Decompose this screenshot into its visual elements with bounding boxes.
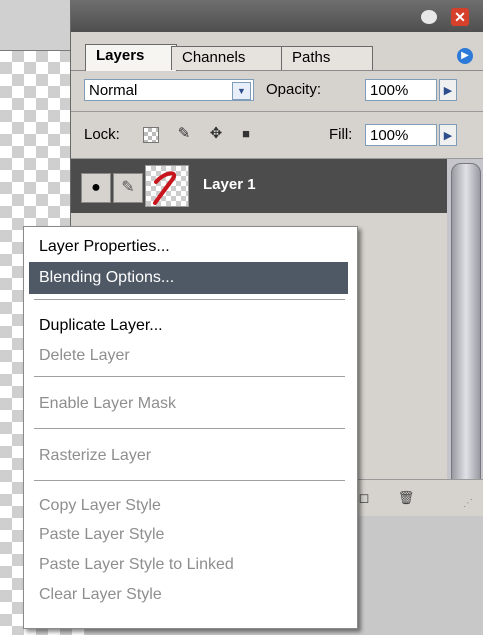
layers-scrollbar[interactable] — [447, 159, 483, 491]
lock-label: Lock: — [84, 126, 120, 143]
menu-item-duplicate-layer[interactable]: Duplicate Layer... — [29, 310, 348, 342]
tab-paths[interactable]: Paths — [281, 46, 373, 70]
menu-item-copy-layer-style: Copy Layer Style — [39, 497, 161, 514]
lock-transparent-pixels-icon[interactable] — [143, 127, 159, 143]
palette-titlebar[interactable]: ✕ — [71, 0, 483, 32]
lock-row: Lock: ✎ ✥ ■ Fill: 100% ▶ — [71, 112, 483, 159]
blend-row: Normal ▼ Opacity: 100% ▶ — [71, 71, 483, 112]
red-stroke-icon — [153, 171, 176, 205]
resize-grip-icon[interactable]: ⋰ — [463, 498, 479, 512]
lock-image-pixels-brush-icon[interactable]: ✎ — [175, 125, 193, 143]
menu-item-blending-options[interactable]: Blending Options... — [29, 262, 348, 294]
scrollbar-thumb[interactable] — [451, 163, 481, 489]
layer-name[interactable]: Layer 1 — [203, 176, 256, 193]
menu-item-delete-layer: Delete Layer — [39, 347, 130, 364]
fill-slider-arrow-icon[interactable]: ▶ — [439, 124, 457, 146]
menu-item-rasterize-layer: Rasterize Layer — [39, 447, 152, 464]
menu-item-enable-layer-mask: Enable Layer Mask — [39, 395, 176, 412]
menu-item-clear-layer-style: Clear Layer Style — [39, 586, 162, 603]
menu-separator — [34, 480, 345, 484]
eye-visibility-icon[interactable]: ● — [81, 173, 111, 203]
menu-separator — [34, 376, 345, 380]
menu-separator — [34, 428, 345, 432]
fill-input[interactable]: 100% — [365, 124, 437, 146]
tab-layers[interactable]: Layers — [85, 44, 177, 71]
workspace-background — [0, 0, 70, 50]
fill-label: Fill: — [329, 126, 353, 143]
lock-all-padlock-icon[interactable]: ■ — [237, 125, 255, 143]
lock-position-move-icon[interactable]: ✥ — [207, 125, 225, 143]
layer-row[interactable]: ● ✎ Layer 1 — [71, 159, 447, 213]
tab-channels[interactable]: Channels — [171, 46, 289, 70]
trash-icon[interactable]: 🗑 — [397, 490, 415, 506]
layer-context-menu: Layer Properties... Blending Options... … — [23, 226, 358, 629]
opacity-slider-arrow-icon[interactable]: ▶ — [439, 79, 457, 101]
chevron-down-icon[interactable]: ▼ — [232, 82, 251, 100]
menu-item-paste-layer-style-to-linked: Paste Layer Style to Linked — [39, 556, 234, 573]
minimize-icon[interactable] — [421, 10, 437, 24]
palette-menu-arrow-icon[interactable]: ▶ — [457, 48, 473, 64]
canvas-edge — [0, 50, 70, 51]
menu-item-layer-properties[interactable]: Layer Properties... — [29, 231, 348, 263]
brush-edit-icon[interactable]: ✎ — [113, 173, 143, 203]
opacity-label: Opacity: — [266, 81, 322, 98]
blend-mode-select[interactable]: Normal ▼ — [84, 79, 254, 101]
opacity-input[interactable]: 100% — [365, 79, 437, 101]
menu-item-paste-layer-style: Paste Layer Style — [39, 526, 165, 543]
close-icon[interactable]: ✕ — [451, 8, 469, 26]
menu-separator — [34, 299, 345, 303]
blend-mode-value: Normal — [89, 82, 138, 99]
palette-tabs: Layers Channels Paths ▶ — [71, 32, 483, 71]
layer-thumbnail[interactable] — [145, 165, 189, 207]
